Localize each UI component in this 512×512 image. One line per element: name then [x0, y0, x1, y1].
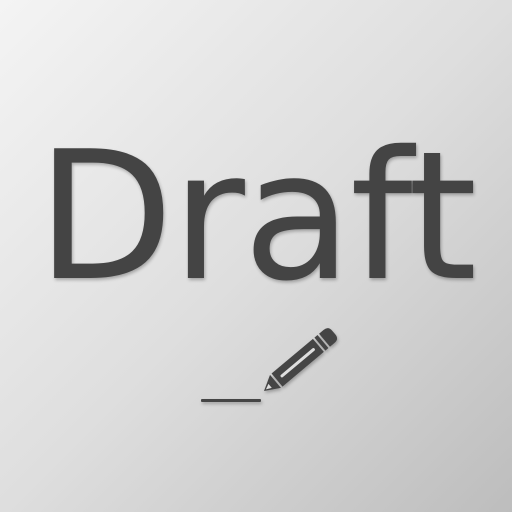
app-icon-wordmark: Draft: [36, 113, 478, 320]
app-icon: Draft: [0, 0, 512, 512]
writing-line: [201, 399, 261, 402]
pencil-icon: [201, 328, 338, 402]
